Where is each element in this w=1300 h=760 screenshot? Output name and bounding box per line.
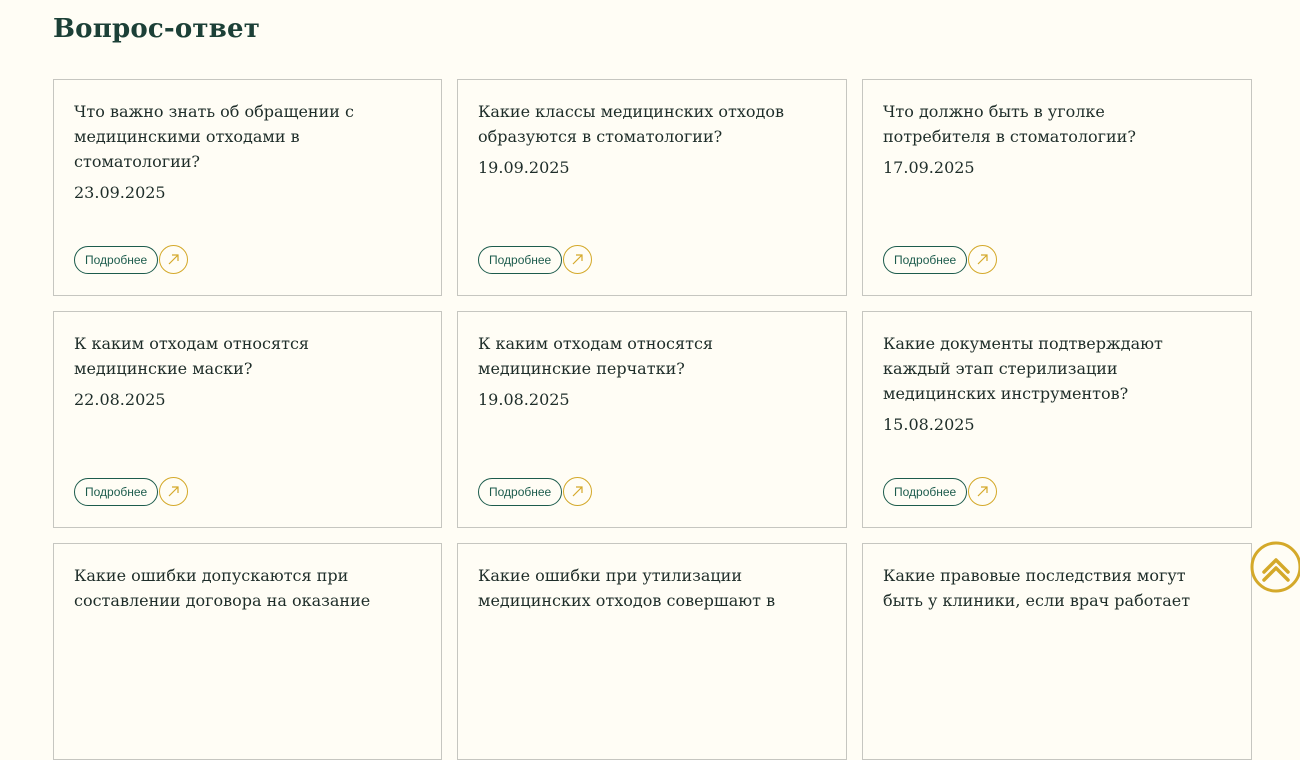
arrow-up-right-icon[interactable] (968, 477, 998, 506)
page-title: Вопрос-ответ (53, 14, 261, 44)
faq-question[interactable]: К каким отходам относятся медицинские ма… (74, 331, 404, 381)
faq-question[interactable]: Какие классы медицинских отходов образую… (478, 99, 808, 149)
more-button[interactable]: Подробнее (74, 477, 159, 506)
faq-card[interactable]: Какие ошибки при утилизации медицинских … (457, 543, 847, 760)
faq-date: 23.09.2025 (74, 183, 166, 202)
arrow-up-right-icon[interactable] (563, 477, 593, 506)
arrow-up-right-icon[interactable] (159, 245, 189, 274)
card-actions: Подробнее (883, 477, 998, 506)
faq-question[interactable]: Какие документы подтверждают каждый этап… (883, 331, 1213, 406)
faq-date: 17.09.2025 (883, 158, 975, 177)
more-button[interactable]: Подробнее (883, 245, 968, 274)
card-actions: Подробнее (74, 477, 189, 506)
more-button[interactable]: Подробнее (883, 477, 968, 506)
faq-question[interactable]: Какие ошибки допускаются при составлении… (74, 563, 404, 613)
card-actions: Подробнее (74, 245, 189, 274)
faq-date: 22.08.2025 (74, 390, 166, 409)
faq-date: 19.08.2025 (478, 390, 570, 409)
card-actions: Подробнее (478, 477, 593, 506)
faq-grid: Что важно знать об обращении с медицинск… (53, 79, 1252, 760)
arrow-up-right-icon[interactable] (563, 245, 593, 274)
faq-card[interactable]: Что должно быть в уголке потребителя в с… (862, 79, 1252, 296)
arrow-up-right-icon[interactable] (159, 477, 189, 506)
more-button[interactable]: Подробнее (74, 245, 159, 274)
faq-question[interactable]: К каким отходам относятся медицинские пе… (478, 331, 808, 381)
faq-date: 19.09.2025 (478, 158, 570, 177)
faq-question[interactable]: Что важно знать об обращении с медицинск… (74, 99, 404, 174)
more-button[interactable]: Подробнее (478, 477, 563, 506)
faq-card[interactable]: Какие ошибки допускаются при составлении… (53, 543, 442, 760)
faq-card[interactable]: К каким отходам относятся медицинские пе… (457, 311, 847, 528)
faq-card[interactable]: Что важно знать об обращении с медицинск… (53, 79, 442, 296)
more-button[interactable]: Подробнее (478, 245, 563, 274)
faq-question[interactable]: Что должно быть в уголке потребителя в с… (883, 99, 1213, 149)
chevron-up-icon (1250, 541, 1300, 593)
arrow-up-right-icon[interactable] (968, 245, 998, 274)
faq-question[interactable]: Какие правовые последствия могут быть у … (883, 563, 1213, 613)
card-actions: Подробнее (883, 245, 998, 274)
faq-card[interactable]: Какие классы медицинских отходов образую… (457, 79, 847, 296)
scroll-to-top-button[interactable] (1250, 541, 1300, 593)
faq-card[interactable]: Какие документы подтверждают каждый этап… (862, 311, 1252, 528)
faq-date: 15.08.2025 (883, 415, 975, 434)
faq-card[interactable]: К каким отходам относятся медицинские ма… (53, 311, 442, 528)
faq-question[interactable]: Какие ошибки при утилизации медицинских … (478, 563, 808, 613)
card-actions: Подробнее (478, 245, 593, 274)
faq-card[interactable]: Какие правовые последствия могут быть у … (862, 543, 1252, 760)
